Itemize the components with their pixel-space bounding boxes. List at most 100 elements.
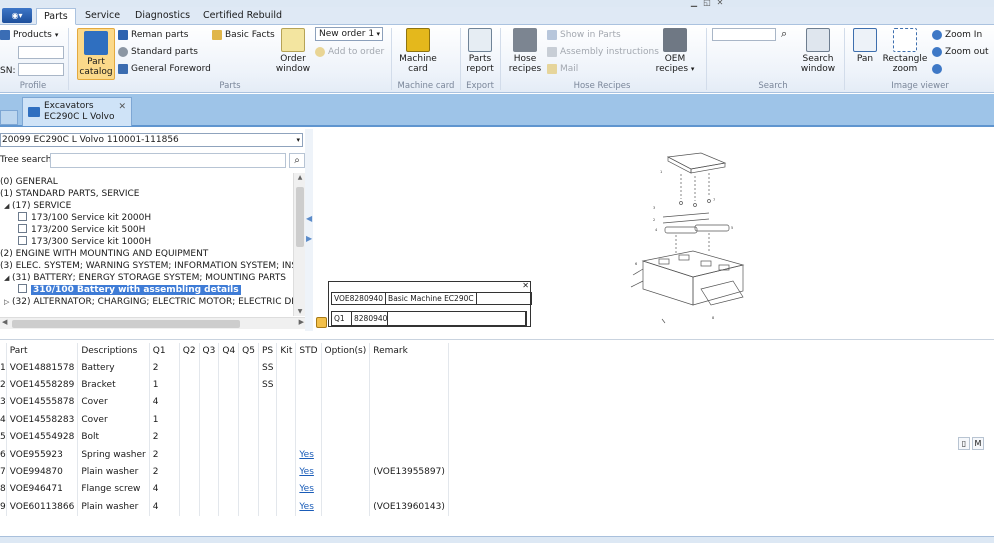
tree-horizontal-scrollbar[interactable]: ◀ ▶	[0, 317, 306, 329]
assembly-instructions-button[interactable]: Assembly instructions	[547, 46, 659, 58]
tabs-overflow-button[interactable]	[0, 110, 18, 125]
part-info-popup[interactable]: ✕ VOE8280940 Basic Machine EC290C Q1 828…	[328, 281, 532, 327]
general-foreword-button[interactable]: General Foreword	[118, 63, 211, 75]
column-header-options[interactable]: Option(s)	[321, 343, 371, 359]
table-row[interactable]: 5 VOE14554928 Bolt 2	[0, 428, 449, 446]
cell-desc: Flange screw	[77, 480, 150, 499]
cell-std[interactable]: Yes	[295, 445, 322, 464]
parts-drawing-viewer[interactable]: 1 2 3 4 5 6 7 8 ✕ VOE8280940 Basic Machine E…	[313, 129, 994, 331]
column-header-ps[interactable]: PS	[258, 343, 278, 359]
tree-node[interactable]: (1) STANDARD PARTS, SERVICE	[0, 188, 139, 200]
tree-node[interactable]: 173/100 Service kit 2000H	[18, 212, 151, 224]
order-window-button[interactable]: Order window	[274, 28, 312, 74]
tree-node[interactable]: (2) ENGINE WITH MOUNTING AND EQUIPMENT	[0, 248, 208, 260]
binoculars-icon[interactable]: ⌕	[781, 27, 787, 41]
basic-facts-button[interactable]: Basic Facts	[212, 29, 275, 41]
cell-std[interactable]: Yes	[295, 463, 322, 481]
model-select[interactable]: 20099 EC290C L Volvo 110001-111856 ▾	[0, 133, 303, 147]
table-row[interactable]: 2 VOE14558289 Bracket 1 SS	[0, 376, 449, 394]
group-label-profile: Profile	[19, 81, 47, 91]
products-button[interactable]: Products ▾	[0, 29, 58, 41]
show-in-parts-button[interactable]: Show in Parts	[547, 29, 621, 41]
page-icon	[18, 284, 27, 293]
table-row[interactable]: 9 VOE60113866 Plain washer 4 Yes (VOE13960143…	[0, 498, 449, 516]
column-header-part[interactable]: Part	[6, 343, 79, 359]
table-row[interactable]: 8 VOE946471 Flange screw 4 Yes	[0, 480, 449, 499]
tab-diagnostics[interactable]: Diagnostics	[128, 8, 197, 25]
tree-node[interactable]: ▷ (32) ALTERNATOR; CHARGING; ELECTRIC MOT…	[4, 296, 293, 308]
hose-recipes-button[interactable]: Hose recipes	[506, 28, 544, 74]
pan-button[interactable]: Pan	[853, 28, 877, 64]
column-header-q5[interactable]: Q5	[238, 343, 259, 359]
close-window-icon[interactable]: ✕	[714, 0, 726, 7]
panel-splitter[interactable]: ◀ ▶	[305, 129, 313, 331]
oem-recipes-button[interactable]: OEM recipes ▾	[655, 28, 695, 74]
standard-parts-button[interactable]: Standard parts	[118, 46, 198, 58]
parts-report-button[interactable]: Parts report	[463, 28, 497, 74]
search-window-button[interactable]: Search window	[800, 28, 836, 74]
cell-std[interactable]: Yes	[295, 480, 322, 499]
machine-card-button[interactable]: Machine card	[397, 28, 439, 74]
cell-std	[295, 359, 322, 377]
binoculars-icon[interactable]: ⌕	[289, 153, 305, 168]
search-input[interactable]	[712, 28, 776, 41]
zoom-in-button[interactable]: Zoom In	[932, 29, 982, 41]
tab-parts[interactable]: Parts	[36, 8, 76, 25]
title-bar: ▁ ◱ ✕	[0, 0, 994, 7]
tree-node[interactable]: (3) ELEC. SYSTEM; WARNING SYSTEM; INFORM…	[0, 260, 293, 272]
restore-icon[interactable]: ◱	[701, 0, 713, 7]
column-header-q2[interactable]: Q2	[179, 343, 200, 359]
column-header-remark[interactable]: Remark	[369, 343, 449, 359]
zoom-out-button[interactable]: Zoom out	[932, 46, 989, 58]
close-popup-icon[interactable]: ✕	[522, 282, 529, 290]
tree-vertical-scrollbar[interactable]: ▲ ▼	[293, 173, 305, 316]
order-select[interactable]: New order 1 ▾	[315, 27, 383, 41]
add-to-order-button[interactable]: Add to order	[315, 46, 384, 58]
cell-part: VOE994870	[6, 463, 79, 481]
tree-node[interactable]: 173/300 Service kit 1000H	[18, 236, 151, 248]
scroll-thumb[interactable]	[12, 320, 240, 328]
part-catalog-button[interactable]: Part catalog	[77, 28, 115, 80]
pin-icon[interactable]	[316, 317, 327, 328]
minimize-icon[interactable]: ▁	[688, 0, 700, 7]
tab-service[interactable]: Service	[78, 8, 127, 25]
mail-button[interactable]: Mail	[547, 63, 578, 75]
column-header-q4[interactable]: Q4	[218, 343, 240, 359]
show-in-parts-icon	[547, 30, 557, 40]
tree-node[interactable]: ◢ (31) BATTERY; ENERGY STORAGE SYSTEM; MO…	[4, 272, 286, 284]
close-tab-icon[interactable]: ✕	[118, 102, 126, 112]
table-row[interactable]: 6 VOE955923 Spring washer 2 Yes	[0, 445, 449, 464]
column-header-descriptions[interactable]: Descriptions	[77, 343, 150, 359]
more-button[interactable]: M	[972, 437, 984, 450]
table-row[interactable]: 3 VOE14555878 Cover 4	[0, 393, 449, 412]
pan-icon	[853, 28, 877, 52]
reman-parts-button[interactable]: Reman parts	[118, 29, 188, 41]
rectangle-zoom-button[interactable]: Rectangle zoom	[882, 28, 928, 74]
scroll-thumb[interactable]	[296, 187, 304, 247]
zoom-fit-button[interactable]	[932, 63, 942, 75]
table-row[interactable]: 7 VOE994870 Plain washer 2 Yes (VOE13955897)	[0, 463, 449, 481]
profile-field[interactable]	[18, 46, 64, 59]
column-header-q1[interactable]: Q1	[149, 343, 180, 359]
tree-search-input[interactable]	[50, 153, 286, 168]
table-row[interactable]: 1 VOE14881578 Battery 2 SS	[0, 359, 449, 377]
tab-certified-rebuild[interactable]: Certified Rebuild	[196, 8, 289, 25]
page-icon	[18, 236, 27, 245]
column-header-kit[interactable]: Kit	[276, 343, 297, 359]
separator	[844, 28, 845, 90]
cell-std[interactable]: Yes	[295, 498, 322, 516]
tree-node[interactable]: (0) GENERAL	[0, 176, 58, 188]
cell-ps	[258, 498, 278, 516]
document-tab-excavator[interactable]: Excavators EC290C L Volvo ✕	[22, 97, 132, 126]
expand-triangle-icon: ◢	[4, 202, 10, 210]
application-menu-button[interactable]: ◉▾	[2, 8, 32, 23]
tree-node-selected[interactable]: 310/100 Battery with assembling details	[18, 284, 241, 296]
tree-node[interactable]: 173/200 Service kit 500H	[18, 224, 145, 236]
column-header-std[interactable]: STD	[295, 343, 322, 359]
column-header-q3[interactable]: Q3	[199, 343, 220, 359]
copy-icon[interactable]: ▯	[958, 437, 970, 450]
table-row[interactable]: 4 VOE14558283 Cover 1	[0, 411, 449, 429]
tree-node[interactable]: ◢ (17) SERVICE	[4, 200, 71, 212]
sn-input[interactable]	[18, 63, 64, 76]
cell-ps: SS	[258, 376, 278, 394]
